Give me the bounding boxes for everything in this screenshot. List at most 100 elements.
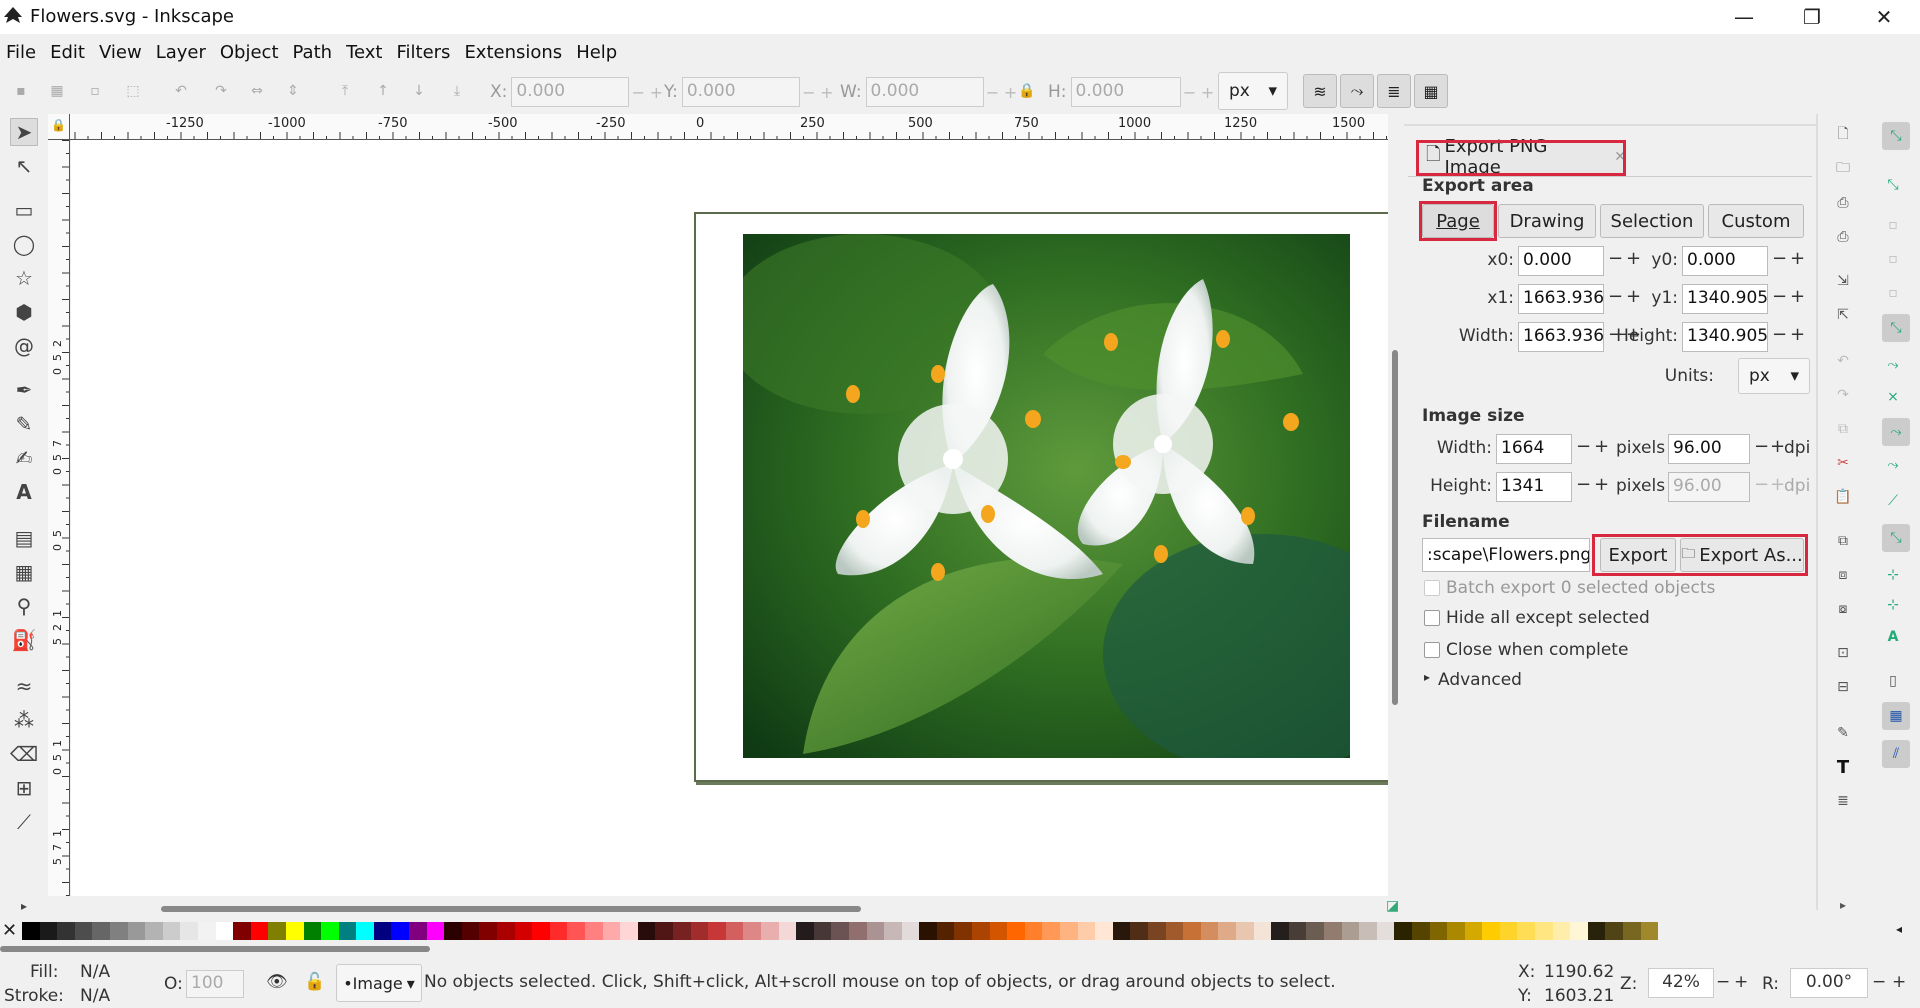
height-increment[interactable]: + bbox=[1790, 324, 1805, 345]
color-swatch[interactable] bbox=[127, 922, 146, 940]
color-swatch[interactable] bbox=[321, 922, 339, 940]
snap-toggle-icon[interactable]: ⤡ bbox=[1882, 122, 1910, 150]
rotate-cw-icon[interactable]: ↷ bbox=[210, 80, 232, 102]
area-custom-button[interactable]: Custom bbox=[1708, 204, 1804, 238]
color-swatch[interactable] bbox=[813, 922, 832, 940]
color-swatch[interactable] bbox=[373, 922, 392, 940]
color-swatch[interactable] bbox=[567, 922, 585, 940]
color-swatch[interactable] bbox=[901, 922, 920, 940]
color-swatch[interactable] bbox=[1341, 922, 1360, 940]
snap-center-icon[interactable]: ⊹ bbox=[1882, 564, 1904, 586]
opacity-input[interactable]: 100 bbox=[186, 970, 244, 998]
color-swatch[interactable] bbox=[549, 922, 568, 940]
expander-arrow-icon[interactable]: ▸ bbox=[1424, 670, 1430, 684]
no-paint-icon[interactable]: ✕ bbox=[2, 922, 20, 940]
snap-midpoint-icon[interactable]: ⟋ bbox=[1882, 490, 1904, 512]
zoom-decrement[interactable]: − bbox=[1716, 972, 1730, 992]
color-swatch[interactable] bbox=[796, 922, 814, 940]
spiral-tool-icon[interactable]: @ bbox=[10, 332, 38, 360]
img-height-decrement[interactable]: − bbox=[1576, 474, 1591, 495]
color-swatch[interactable] bbox=[1200, 922, 1219, 940]
lock-ratio-icon[interactable]: 🔒 bbox=[1016, 80, 1038, 102]
transform-patterns-icon[interactable]: ▦ bbox=[1414, 74, 1448, 108]
undo-icon[interactable]: ↶ bbox=[1832, 350, 1854, 372]
maximize-button[interactable]: ❐ bbox=[1780, 0, 1844, 34]
color-swatch[interactable] bbox=[1306, 922, 1324, 940]
snap-nodes-icon[interactable]: ⤡ bbox=[1882, 314, 1910, 342]
color-swatch[interactable] bbox=[602, 922, 621, 940]
snap-bbox-icon[interactable]: ⤡ bbox=[1882, 174, 1904, 196]
flip-vertical-icon[interactable]: ⇕ bbox=[282, 80, 304, 102]
snap-guide-icon[interactable]: ⫽ bbox=[1882, 740, 1910, 768]
color-swatch[interactable] bbox=[1570, 922, 1588, 940]
color-swatch[interactable] bbox=[356, 922, 374, 940]
horizontal-ruler[interactable]: -1250 -1000 -750 -500 -250 0 250 500 750… bbox=[48, 114, 1388, 140]
palette-menu-icon[interactable]: ◂ bbox=[1896, 922, 1902, 936]
rotate-input[interactable]: 0.00° bbox=[1790, 968, 1868, 998]
img-height-increment[interactable]: + bbox=[1594, 474, 1609, 495]
y-decrement[interactable]: − bbox=[800, 83, 818, 102]
color-swatch[interactable] bbox=[479, 922, 498, 940]
color-swatch[interactable] bbox=[1183, 922, 1201, 940]
h-increment[interactable]: + bbox=[1199, 83, 1217, 102]
select-same-icon[interactable]: ⬚ bbox=[122, 80, 144, 102]
scale-stroke-icon[interactable]: ≋ bbox=[1303, 74, 1337, 108]
vertical-ruler[interactable]: 2 5 0 7 5 0 5 0 1 2 5 1 5 0 1 7 5 bbox=[48, 140, 70, 896]
snap-others-icon[interactable]: ⤡ bbox=[1882, 524, 1910, 552]
copy-icon[interactable]: ⧉ bbox=[1832, 418, 1854, 440]
color-swatch[interactable] bbox=[778, 922, 797, 940]
x-increment[interactable]: + bbox=[647, 83, 665, 102]
w-input[interactable]: 0.000 bbox=[865, 77, 984, 107]
rotate-ccw-icon[interactable]: ↶ bbox=[170, 80, 192, 102]
color-swatch[interactable] bbox=[215, 922, 234, 940]
w-decrement[interactable]: − bbox=[984, 83, 1002, 102]
color-swatch[interactable] bbox=[884, 922, 902, 940]
snap-page-icon[interactable]: ▯ bbox=[1882, 670, 1904, 692]
horizontal-scrollbar[interactable] bbox=[71, 896, 1388, 918]
palette-scrollbar[interactable] bbox=[0, 946, 430, 952]
color-swatch[interactable] bbox=[180, 922, 198, 940]
close-window-button[interactable]: ✕ bbox=[1852, 0, 1916, 34]
color-swatch[interactable] bbox=[22, 922, 40, 940]
color-swatch[interactable] bbox=[461, 922, 480, 940]
color-swatch[interactable] bbox=[655, 922, 673, 940]
text-tool-icon[interactable]: A bbox=[10, 478, 38, 506]
menu-text[interactable]: Text bbox=[346, 42, 382, 63]
advanced-expander[interactable]: Advanced bbox=[1438, 670, 1522, 690]
snap-intersection-icon[interactable]: ⨯ bbox=[1882, 386, 1904, 408]
ungroup-icon[interactable]: ⊟ bbox=[1832, 676, 1854, 698]
dpi-input[interactable]: 96.00 bbox=[1668, 434, 1750, 464]
export-icon[interactable]: ⇱ bbox=[1832, 304, 1854, 326]
color-swatch[interactable] bbox=[1359, 922, 1377, 940]
selector-tool-icon[interactable]: ➤ bbox=[10, 118, 38, 146]
cut-icon[interactable]: ✂ bbox=[1832, 452, 1854, 474]
color-swatch[interactable] bbox=[162, 922, 181, 940]
pencil-tool-icon[interactable]: ✎ bbox=[10, 410, 38, 438]
paint-bucket-tool-icon[interactable]: ⛽ bbox=[10, 626, 38, 654]
snap-smooth-icon[interactable]: ⤳ bbox=[1882, 454, 1904, 476]
x-decrement[interactable]: − bbox=[629, 83, 647, 102]
color-manage-icon[interactable]: ◪ bbox=[1386, 898, 1404, 916]
vertical-scroll-thumb[interactable] bbox=[1392, 350, 1398, 705]
fill-stroke-icon[interactable]: ✎ bbox=[1832, 722, 1854, 744]
raise-to-top-icon[interactable]: ⤒ bbox=[334, 80, 356, 102]
color-swatch[interactable] bbox=[1535, 922, 1553, 940]
x1-decrement[interactable]: − bbox=[1608, 286, 1623, 307]
node-tool-icon[interactable]: ↖ bbox=[10, 152, 38, 180]
color-swatch[interactable] bbox=[514, 922, 533, 940]
y1-decrement[interactable]: − bbox=[1772, 286, 1787, 307]
layer-select[interactable]: •Image ▾ bbox=[336, 964, 422, 1002]
text-font-icon[interactable]: T bbox=[1832, 756, 1854, 778]
area-selection-button[interactable]: Selection bbox=[1600, 204, 1704, 238]
hide-all-checkbox[interactable] bbox=[1424, 610, 1440, 626]
img-width-decrement[interactable]: − bbox=[1576, 436, 1591, 457]
snap-grid-icon[interactable]: ▦ bbox=[1882, 702, 1910, 730]
color-swatch[interactable] bbox=[1605, 922, 1624, 940]
color-swatch[interactable] bbox=[1640, 922, 1659, 940]
snap-path-icon[interactable]: ⤳ bbox=[1882, 354, 1904, 376]
snap-text-baseline-icon[interactable]: A bbox=[1882, 626, 1904, 648]
y0-decrement[interactable]: − bbox=[1772, 248, 1787, 269]
color-swatch[interactable] bbox=[725, 922, 744, 940]
eraser-tool-icon[interactable]: ⌫ bbox=[10, 740, 38, 768]
color-swatch[interactable] bbox=[760, 922, 779, 940]
